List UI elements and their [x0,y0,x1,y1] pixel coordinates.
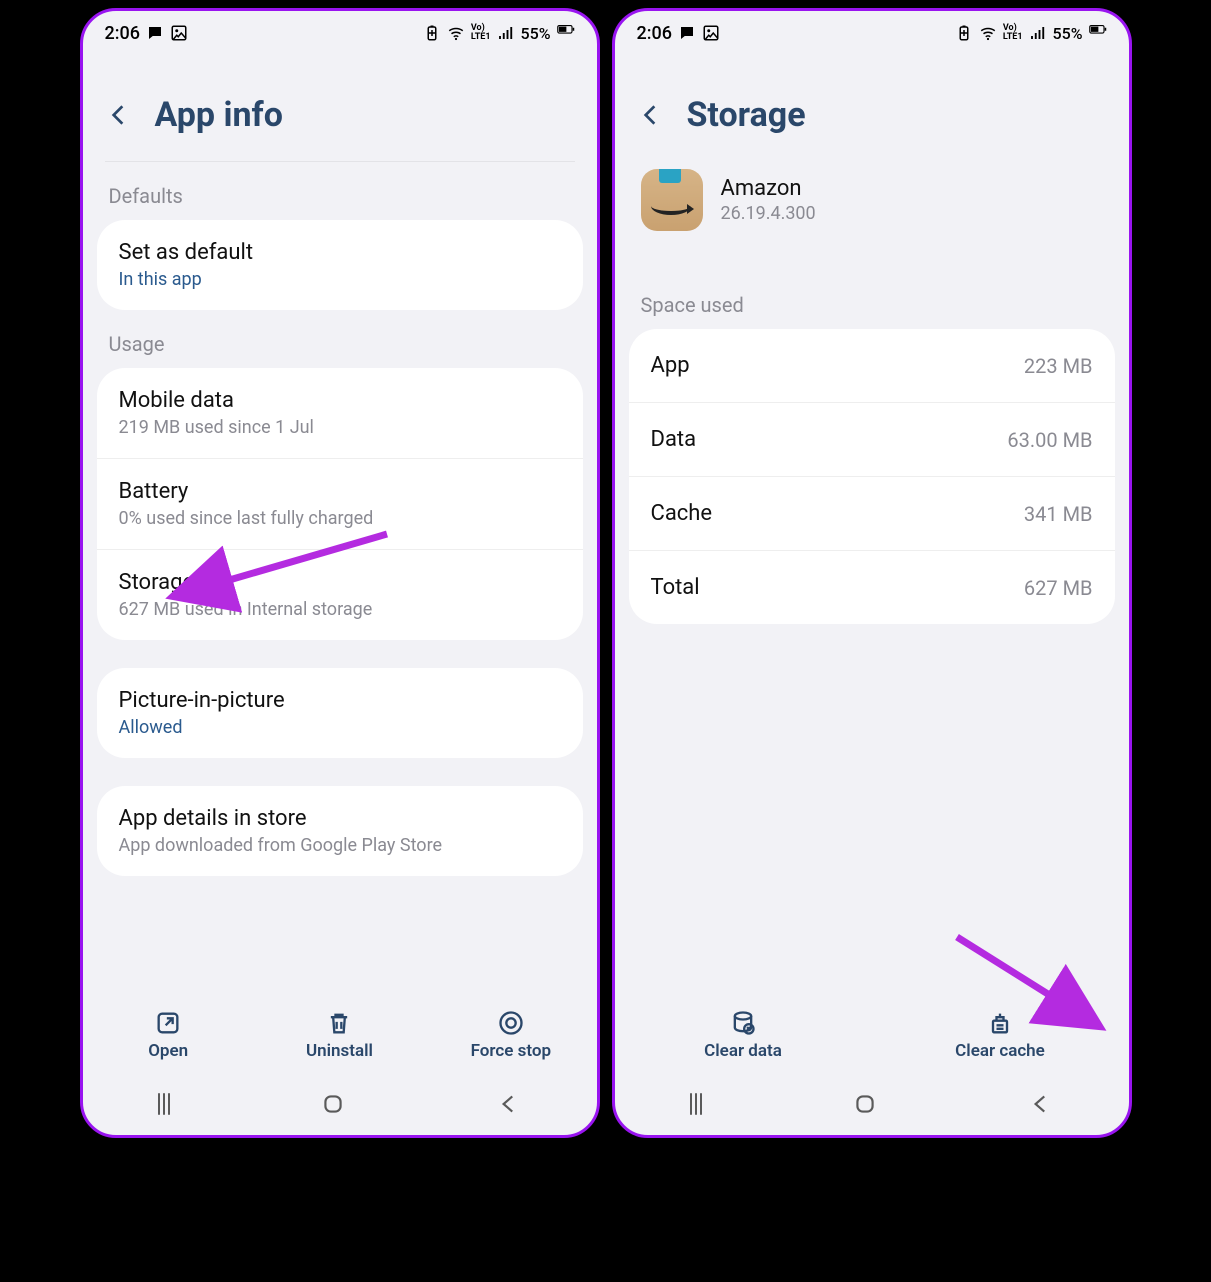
battery-icon [557,24,575,42]
section-defaults-label: Defaults [83,162,597,220]
section-space-used-label: Space used [615,271,1129,329]
nav-home-icon[interactable] [320,1091,346,1117]
row-key: Cache [651,501,713,526]
clear-cache-button[interactable]: Clear cache [872,999,1129,1071]
app-icon [641,169,703,231]
app-header: Amazon 26.19.4.300 [615,161,1129,271]
back-icon[interactable] [637,102,663,128]
volte-label: Vo) LTE1 [471,24,491,42]
item-title: Mobile data [119,388,561,413]
item-title: Battery [119,479,561,504]
item-title: Set as default [119,240,561,265]
page-header: Storage [615,55,1129,161]
item-title: Storage [119,570,561,595]
row-app: App 223 MB [629,329,1115,403]
space-used-card: App 223 MB Data 63.00 MB Cache 341 MB To… [629,329,1115,624]
row-total: Total 627 MB [629,551,1115,624]
item-sub: In this app [119,269,561,290]
store-item[interactable]: App details in store App downloaded from… [97,786,583,876]
item-sub: 627 MB used in Internal storage [119,599,561,620]
app-name: Amazon [721,176,816,201]
chat-icon [146,24,164,42]
image-icon [170,24,188,42]
storage-item[interactable]: Storage 627 MB used in Internal storage [97,550,583,640]
action-bar: Clear data Clear cache [615,991,1129,1077]
usage-card: Mobile data 219 MB used since 1 Jul Batt… [97,368,583,640]
screen-storage: 2:06 Vo) LTE1 55% Storage Amazon 26.19.4… [612,8,1132,1138]
image-icon [702,24,720,42]
nav-bar [83,1077,597,1135]
back-icon[interactable] [105,102,131,128]
row-val: 341 MB [1024,502,1093,526]
row-val: 627 MB [1024,576,1093,600]
signal-icon [497,24,515,42]
item-title: Picture-in-picture [119,688,561,713]
pip-item[interactable]: Picture-in-picture Allowed [97,668,583,758]
action-label: Force stop [471,1041,551,1061]
nav-recents-icon[interactable] [158,1093,170,1115]
battery-percent: 55% [1053,24,1083,43]
pip-card: Picture-in-picture Allowed [97,668,583,758]
clear-data-icon [729,1009,757,1037]
wifi-icon [979,24,997,42]
status-bar: 2:06 Vo) LTE1 55% [83,11,597,55]
battery-item[interactable]: Battery 0% used since last fully charged [97,459,583,550]
action-label: Clear data [704,1041,782,1061]
row-cache: Cache 341 MB [629,477,1115,551]
row-key: Total [651,575,700,600]
chat-icon [678,24,696,42]
item-sub: App downloaded from Google Play Store [119,835,561,856]
status-time: 2:06 [637,23,672,44]
row-key: App [651,353,690,378]
action-label: Open [148,1041,188,1061]
nav-back-icon[interactable] [496,1091,522,1117]
row-val: 223 MB [1024,354,1093,378]
clear-data-button[interactable]: Clear data [615,999,872,1071]
item-title: App details in store [119,806,561,831]
mobile-data-item[interactable]: Mobile data 219 MB used since 1 Jul [97,368,583,459]
status-bar: 2:06 Vo) LTE1 55% [615,11,1129,55]
action-label: Clear cache [955,1041,1045,1061]
force-stop-button[interactable]: Force stop [425,999,596,1071]
status-time: 2:06 [105,23,140,44]
wifi-icon [447,24,465,42]
nav-recents-icon[interactable] [690,1093,702,1115]
app-version: 26.19.4.300 [721,203,816,224]
nav-home-icon[interactable] [852,1091,878,1117]
nav-back-icon[interactable] [1028,1091,1054,1117]
row-key: Data [651,427,697,452]
page-header: App info [83,55,597,161]
volte-label: Vo) LTE1 [1003,24,1023,42]
clear-cache-icon [986,1009,1014,1037]
battery-icon [1089,24,1107,42]
nav-bar [615,1077,1129,1135]
battery-saver-icon [955,24,973,42]
battery-percent: 55% [521,24,551,43]
trash-icon [325,1009,353,1037]
uninstall-button[interactable]: Uninstall [254,999,425,1071]
page-title: Storage [687,95,806,135]
defaults-card: Set as default In this app [97,220,583,310]
row-val: 63.00 MB [1007,428,1092,452]
item-sub: 0% used since last fully charged [119,508,561,529]
open-button[interactable]: Open [83,999,254,1071]
store-card: App details in store App downloaded from… [97,786,583,876]
battery-saver-icon [423,24,441,42]
section-usage-label: Usage [83,310,597,368]
item-sub: 219 MB used since 1 Jul [119,417,561,438]
stop-icon [497,1009,525,1037]
row-data: Data 63.00 MB [629,403,1115,477]
page-title: App info [155,95,283,135]
item-sub: Allowed [119,717,561,738]
set-as-default-item[interactable]: Set as default In this app [97,220,583,310]
open-icon [154,1009,182,1037]
signal-icon [1029,24,1047,42]
screen-app-info: 2:06 Vo) LTE1 55% App info Defaults Set … [80,8,600,1138]
action-bar: Open Uninstall Force stop [83,991,597,1077]
action-label: Uninstall [306,1041,373,1061]
